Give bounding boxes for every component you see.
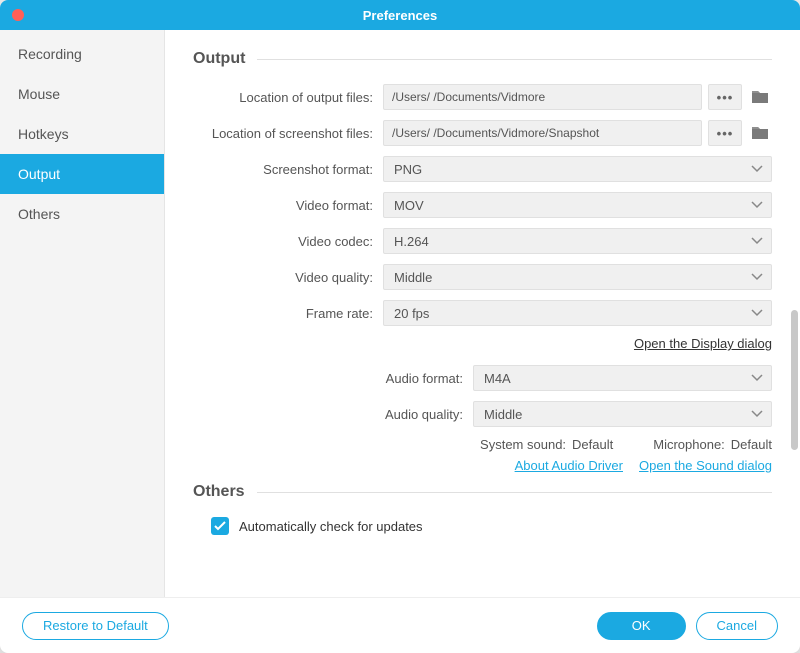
content: Output Location of output files: /Users/… (165, 30, 800, 597)
chevron-down-icon (751, 273, 763, 281)
video-format-select[interactable]: MOV (383, 192, 772, 218)
restore-default-button[interactable]: Restore to Default (22, 612, 169, 640)
titlebar: Preferences (0, 0, 800, 30)
open-display-dialog-link[interactable]: Open the Display dialog (634, 336, 772, 351)
microphone-label: Microphone: (653, 437, 725, 452)
ok-button[interactable]: OK (597, 612, 686, 640)
screenshot-format-value: PNG (394, 162, 422, 177)
browse-screenshot-button[interactable]: ••• (708, 120, 742, 146)
sidebar-item-others[interactable]: Others (0, 194, 164, 234)
frame-rate-select[interactable]: 20 fps (383, 300, 772, 326)
output-location-label: Location of output files: (193, 90, 383, 105)
chevron-down-icon (751, 201, 763, 209)
chevron-down-icon (751, 165, 763, 173)
chevron-down-icon (751, 237, 763, 245)
system-sound-label: System sound: (480, 437, 566, 452)
audio-quality-select[interactable]: Middle (473, 401, 772, 427)
chevron-down-icon (751, 410, 763, 418)
sidebar: Recording Mouse Hotkeys Output Others (0, 30, 165, 597)
screenshot-format-select[interactable]: PNG (383, 156, 772, 182)
video-quality-select[interactable]: Middle (383, 264, 772, 290)
video-codec-select[interactable]: H.264 (383, 228, 772, 254)
divider (257, 59, 772, 60)
video-format-label: Video format: (193, 198, 383, 213)
frame-rate-label: Frame rate: (193, 306, 383, 321)
open-output-folder-icon[interactable] (748, 84, 772, 110)
video-quality-value: Middle (394, 270, 432, 285)
cancel-button[interactable]: Cancel (696, 612, 778, 640)
output-location-field[interactable]: /Users/ /Documents/Vidmore (383, 84, 702, 110)
system-sound-value: Default (572, 437, 613, 452)
auto-update-label: Automatically check for updates (239, 519, 423, 534)
audio-quality-label: Audio quality: (193, 407, 473, 422)
video-codec-label: Video codec: (193, 234, 383, 249)
video-format-value: MOV (394, 198, 424, 213)
browse-output-button[interactable]: ••• (708, 84, 742, 110)
open-sound-dialog-link[interactable]: Open the Sound dialog (639, 458, 772, 473)
audio-format-label: Audio format: (193, 371, 473, 386)
video-codec-value: H.264 (394, 234, 429, 249)
section-header-others: Others (193, 483, 772, 501)
auto-update-checkbox[interactable] (211, 517, 229, 535)
content-wrap: Output Location of output files: /Users/… (165, 30, 800, 597)
screenshot-location-field[interactable]: /Users/ /Documents/Vidmore/Snapshot (383, 120, 702, 146)
audio-format-value: M4A (484, 371, 511, 386)
frame-rate-value: 20 fps (394, 306, 429, 321)
microphone-value: Default (731, 437, 772, 452)
screenshot-location-label: Location of screenshot files: (193, 126, 383, 141)
sidebar-item-hotkeys[interactable]: Hotkeys (0, 114, 164, 154)
sidebar-item-output[interactable]: Output (0, 154, 164, 194)
video-quality-label: Video quality: (193, 270, 383, 285)
chevron-down-icon (751, 374, 763, 382)
section-title: Output (193, 50, 245, 68)
preferences-window: Preferences Recording Mouse Hotkeys Outp… (0, 0, 800, 653)
window-title: Preferences (0, 8, 800, 23)
audio-format-select[interactable]: M4A (473, 365, 772, 391)
section-header-output: Output (193, 50, 772, 68)
sidebar-item-mouse[interactable]: Mouse (0, 74, 164, 114)
audio-quality-value: Middle (484, 407, 522, 422)
footer: Restore to Default OK Cancel (0, 597, 800, 653)
section-title-others: Others (193, 483, 245, 501)
divider (257, 492, 772, 493)
screenshot-format-label: Screenshot format: (193, 162, 383, 177)
scrollbar[interactable] (791, 310, 798, 450)
open-screenshot-folder-icon[interactable] (748, 120, 772, 146)
about-audio-driver-link[interactable]: About Audio Driver (515, 458, 623, 473)
sidebar-item-recording[interactable]: Recording (0, 34, 164, 74)
close-button[interactable] (12, 9, 24, 21)
chevron-down-icon (751, 309, 763, 317)
